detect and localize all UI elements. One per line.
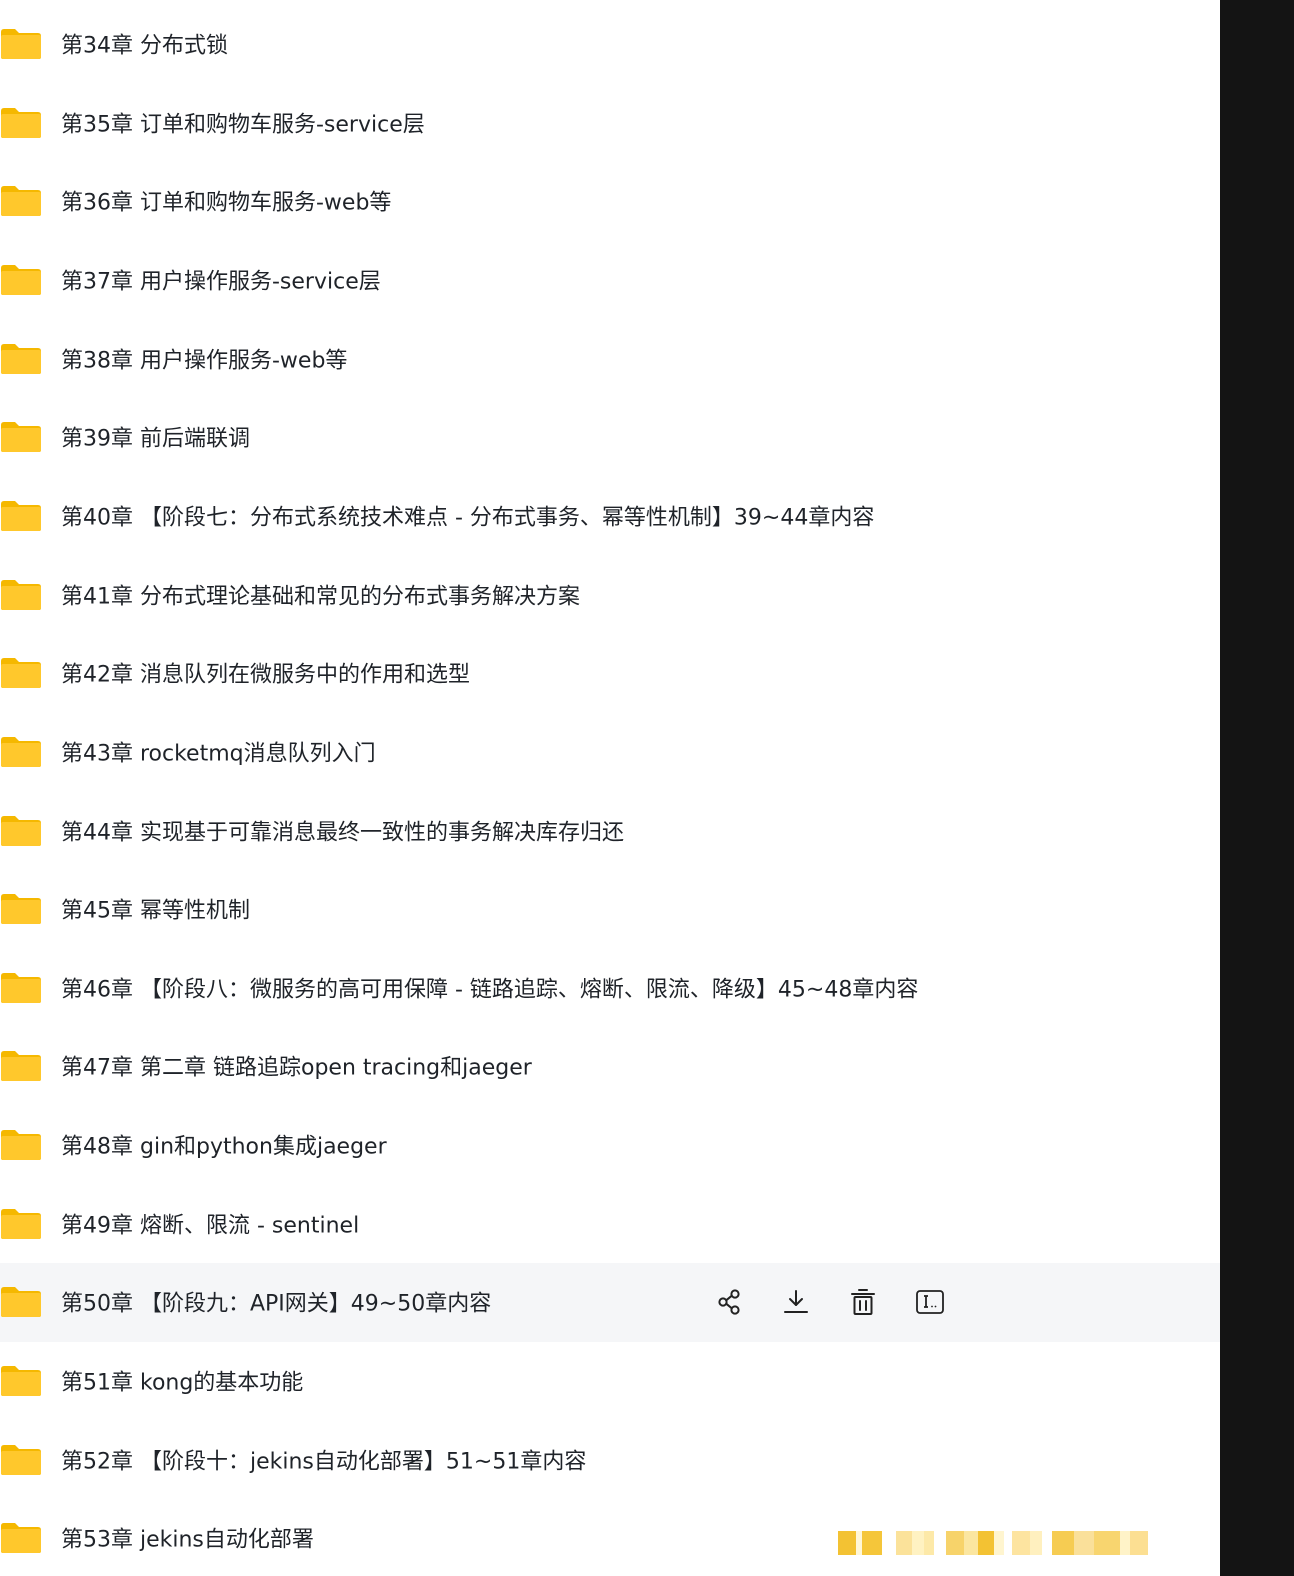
folder-name[interactable]: 第44章 实现基于可靠消息最终一致性的事务解决库存归还 bbox=[61, 814, 624, 846]
folder-icon bbox=[0, 1365, 42, 1397]
watermark-block bbox=[1052, 1531, 1074, 1555]
folder-icon bbox=[0, 264, 42, 296]
folder-icon bbox=[0, 1444, 42, 1476]
watermark-block bbox=[1042, 1531, 1052, 1555]
folder-row[interactable]: 第43章 rocketmq消息队列入门 bbox=[0, 712, 1220, 791]
folder-name[interactable]: 第41章 分布式理论基础和常见的分布式事务解决方案 bbox=[61, 578, 580, 610]
rename-icon bbox=[915, 1288, 945, 1316]
watermark-block bbox=[1130, 1531, 1148, 1555]
watermark-block bbox=[978, 1531, 994, 1555]
folder-row[interactable]: 第40章 【阶段七：分布式系统技术难点 - 分布式事务、幂等性机制】39~44章… bbox=[0, 476, 1220, 555]
folder-row[interactable]: 第35章 订单和购物车服务-service层 bbox=[0, 83, 1220, 162]
folder-row[interactable]: 第45章 幂等性机制 bbox=[0, 870, 1220, 949]
folder-icon bbox=[0, 500, 42, 532]
watermark-block bbox=[934, 1531, 946, 1555]
folder-icon bbox=[0, 1050, 42, 1082]
watermark-block bbox=[994, 1531, 1004, 1555]
dark-side-panel bbox=[1220, 0, 1294, 1576]
watermark-block bbox=[964, 1531, 978, 1555]
folder-name[interactable]: 第42章 消息队列在微服务中的作用和选型 bbox=[61, 657, 470, 689]
delete-icon bbox=[849, 1288, 877, 1316]
watermark-block bbox=[912, 1531, 924, 1555]
folder-row[interactable]: 第36章 订单和购物车服务-web等 bbox=[0, 162, 1220, 241]
folder-name[interactable]: 第40章 【阶段七：分布式系统技术难点 - 分布式事务、幂等性机制】39~44章… bbox=[61, 499, 874, 531]
folder-icon bbox=[0, 28, 42, 60]
folder-icon bbox=[0, 343, 42, 375]
folder-row[interactable]: 第46章 【阶段八：微服务的高可用保障 - 链路追踪、熔断、限流、降级】45~4… bbox=[0, 948, 1220, 1027]
watermark-block bbox=[924, 1531, 934, 1555]
folder-name[interactable]: 第53章 jekins自动化部署 bbox=[61, 1522, 314, 1554]
folder-row[interactable]: 第34章 分布式锁 bbox=[0, 5, 1220, 84]
folder-icon bbox=[0, 657, 42, 689]
watermark-block bbox=[896, 1531, 912, 1555]
rename-button[interactable] bbox=[913, 1285, 947, 1319]
watermark-block bbox=[1074, 1531, 1094, 1555]
folder-icon bbox=[0, 972, 42, 1004]
folder-name[interactable]: 第34章 分布式锁 bbox=[61, 27, 228, 59]
share-icon bbox=[715, 1288, 743, 1316]
folder-name[interactable]: 第36章 订单和购物车服务-web等 bbox=[61, 185, 391, 217]
folder-name[interactable]: 第52章 【阶段十：jekins自动化部署】51~51章内容 bbox=[61, 1443, 586, 1475]
folder-icon bbox=[0, 1208, 42, 1240]
download-button[interactable] bbox=[779, 1285, 813, 1319]
watermark-block bbox=[1120, 1531, 1130, 1555]
folder-row[interactable]: 第48章 gin和python集成jaeger bbox=[0, 1106, 1220, 1185]
pixelated-watermark bbox=[838, 1531, 1198, 1555]
folder-name[interactable]: 第38章 用户操作服务-web等 bbox=[61, 342, 347, 374]
folder-icon bbox=[0, 893, 42, 925]
folder-row[interactable]: 第39章 前后端联调 bbox=[0, 398, 1220, 477]
watermark-block bbox=[1004, 1531, 1012, 1555]
watermark-edge bbox=[1212, 1524, 1220, 1570]
folder-row[interactable]: 第49章 熔断、限流 - sentinel bbox=[0, 1184, 1220, 1263]
folder-row[interactable]: 第41章 分布式理论基础和常见的分布式事务解决方案 bbox=[0, 555, 1220, 634]
folder-row[interactable]: 第51章 kong的基本功能 bbox=[0, 1342, 1220, 1421]
folder-icon bbox=[0, 421, 42, 453]
folder-name[interactable]: 第51章 kong的基本功能 bbox=[61, 1364, 303, 1396]
folder-icon bbox=[0, 1522, 42, 1554]
folder-name[interactable]: 第43章 rocketmq消息队列入门 bbox=[61, 735, 376, 767]
folder-icon bbox=[0, 579, 42, 611]
delete-button[interactable] bbox=[846, 1285, 880, 1319]
folder-row[interactable]: 第42章 消息队列在微服务中的作用和选型 bbox=[0, 634, 1220, 713]
folder-icon bbox=[0, 107, 42, 139]
watermark-block bbox=[1012, 1531, 1030, 1555]
folder-row[interactable]: 第38章 用户操作服务-web等 bbox=[0, 319, 1220, 398]
folder-name[interactable]: 第35章 订单和购物车服务-service层 bbox=[61, 106, 425, 138]
folder-icon bbox=[0, 736, 42, 768]
watermark-block bbox=[838, 1531, 856, 1555]
folder-name[interactable]: 第47章 第二章 链路追踪open tracing和jaeger bbox=[61, 1050, 532, 1082]
page: 第34章 分布式锁第35章 订单和购物车服务-service层 第36章 订单和购… bbox=[0, 0, 1294, 1576]
folder-name[interactable]: 第48章 gin和python集成jaeger bbox=[61, 1128, 387, 1160]
watermark-block bbox=[882, 1531, 896, 1555]
folder-row[interactable]: 第37章 用户操作服务-service层 bbox=[0, 240, 1220, 319]
folder-name[interactable]: 第46章 【阶段八：微服务的高可用保障 - 链路追踪、熔断、限流、降级】45~4… bbox=[61, 971, 918, 1003]
watermark-block bbox=[1030, 1531, 1042, 1555]
watermark-block bbox=[1094, 1531, 1120, 1555]
folder-icon bbox=[0, 1129, 42, 1161]
folder-row[interactable]: 第44章 实现基于可靠消息最终一致性的事务解决库存归还 bbox=[0, 791, 1220, 870]
watermark-block bbox=[862, 1531, 882, 1555]
folder-name[interactable]: 第37章 用户操作服务-service层 bbox=[61, 263, 381, 295]
download-icon bbox=[782, 1288, 810, 1316]
folder-icon bbox=[0, 815, 42, 847]
file-list: 第34章 分布式锁第35章 订单和购物车服务-service层 第36章 订单和购… bbox=[0, 0, 1220, 1576]
folder-icon bbox=[0, 1286, 42, 1318]
watermark-block bbox=[946, 1531, 964, 1555]
folder-name[interactable]: 第49章 熔断、限流 - sentinel bbox=[61, 1207, 359, 1239]
folder-row[interactable]: 第47章 第二章 链路追踪open tracing和jaeger bbox=[0, 1027, 1220, 1106]
folder-name[interactable]: 第45章 幂等性机制 bbox=[61, 893, 250, 925]
folder-row[interactable]: 第52章 【阶段十：jekins自动化部署】51~51章内容 bbox=[0, 1420, 1220, 1499]
share-button[interactable] bbox=[712, 1285, 746, 1319]
folder-row[interactable]: 第50章 【阶段九：API网关】49~50章内容 bbox=[0, 1262, 1220, 1342]
folder-icon bbox=[0, 185, 42, 217]
folder-name[interactable]: 第39章 前后端联调 bbox=[61, 421, 250, 453]
row-actions bbox=[712, 1285, 980, 1319]
folder-name[interactable]: 第50章 【阶段九：API网关】49~50章内容 bbox=[61, 1286, 491, 1318]
